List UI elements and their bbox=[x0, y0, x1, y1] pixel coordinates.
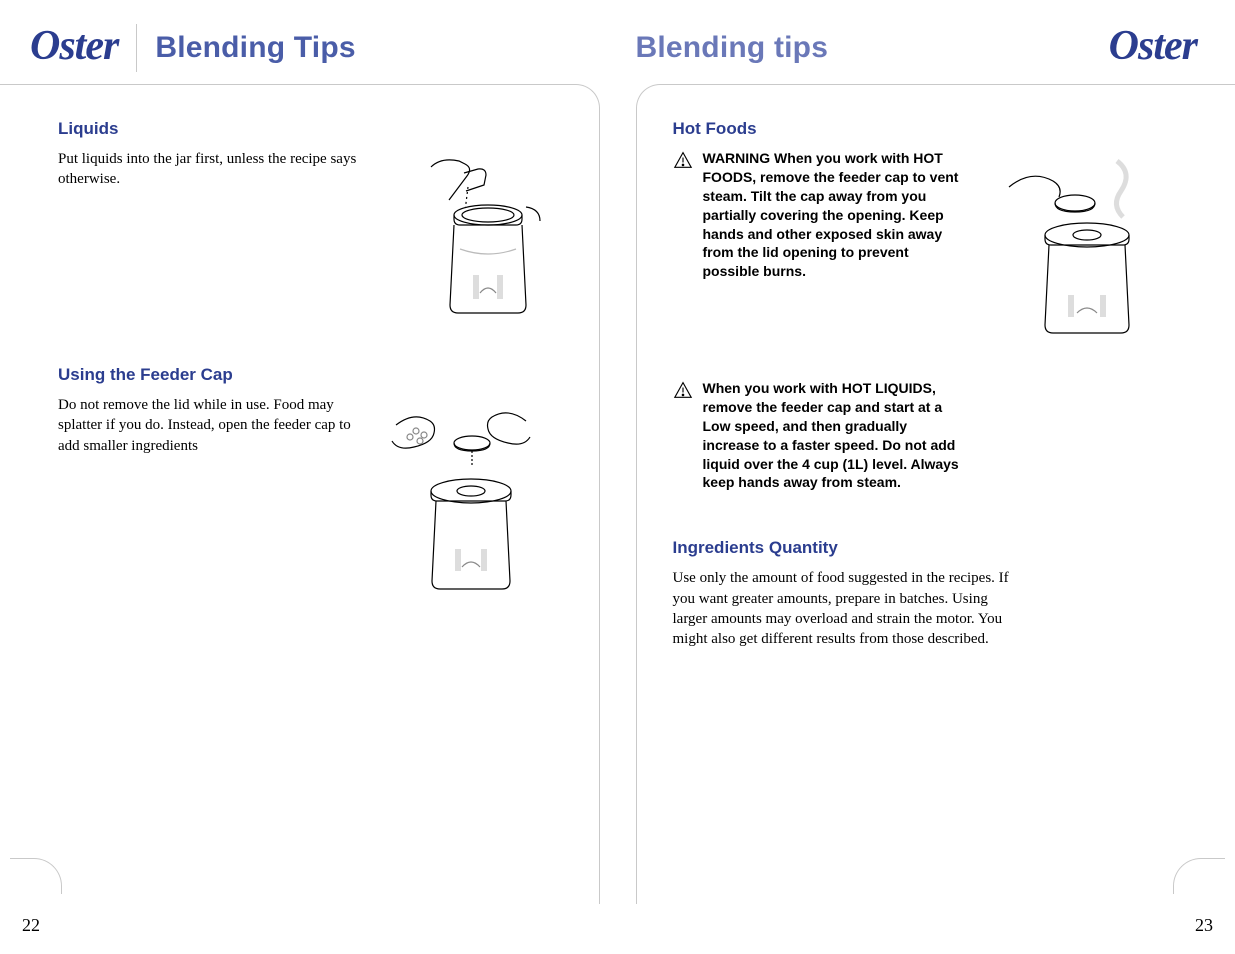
manual-spread: Oster Blending Tips Liquids Put liquids … bbox=[0, 0, 1235, 954]
page-title: Blending Tips bbox=[155, 31, 355, 65]
page-number-arc bbox=[1173, 858, 1225, 894]
warning-icon bbox=[673, 381, 693, 399]
page-title: Blending tips bbox=[636, 31, 829, 65]
header-row: Oster Blending Tips bbox=[30, 20, 600, 76]
warning-text: WARNING When you work with HOT FOODS, re… bbox=[703, 149, 963, 281]
page-number: 23 bbox=[1195, 915, 1213, 936]
warning-icon bbox=[673, 151, 693, 169]
warning-text: When you work with HOT LIQUIDS, remove t… bbox=[703, 379, 963, 492]
page-number-arc bbox=[10, 858, 62, 894]
illustration-pour-liquid bbox=[376, 149, 546, 319]
header-divider bbox=[136, 24, 137, 72]
warning-item: WARNING When you work with HOT FOODS, re… bbox=[673, 149, 973, 281]
illustration-hot-foods-steam bbox=[991, 149, 1161, 339]
section-ingredients-quantity: Ingredients Quantity Use only the amount… bbox=[673, 538, 1186, 649]
content-frame: Liquids Put liquids into the jar first, … bbox=[0, 84, 600, 904]
content-frame: Hot Foods WARNING When you work with HOT… bbox=[636, 84, 1235, 904]
brand-logo-text: Oster bbox=[30, 25, 118, 71]
section-heading: Liquids bbox=[58, 119, 571, 139]
section-body: Use only the amount of food suggested in… bbox=[673, 568, 1013, 649]
illustration-feeder-cap bbox=[376, 395, 546, 595]
section-feeder-cap: Using the Feeder Cap Do not remove the l… bbox=[58, 365, 571, 595]
section-heading: Hot Foods bbox=[673, 119, 1186, 139]
content-area: Liquids Put liquids into the jar first, … bbox=[30, 85, 599, 651]
page-left: Oster Blending Tips Liquids Put liquids … bbox=[0, 0, 618, 954]
section-row: Do not remove the lid while in use. Food… bbox=[58, 395, 571, 595]
page-right: Blending tips Oster Hot Foods bbox=[618, 0, 1235, 954]
section-heading: Ingredients Quantity bbox=[673, 538, 1186, 558]
header-row: Blending tips Oster bbox=[636, 20, 1206, 76]
warnings-column: WARNING When you work with HOT FOODS, re… bbox=[673, 149, 973, 309]
section-body: Put liquids into the jar first, unless t… bbox=[58, 149, 358, 190]
section-hot-foods: Hot Foods WARNING When you work with HOT… bbox=[673, 119, 1186, 492]
warning-item: When you work with HOT LIQUIDS, remove t… bbox=[673, 379, 1186, 492]
section-row: WARNING When you work with HOT FOODS, re… bbox=[673, 149, 1186, 339]
brand-logo: Oster bbox=[1109, 25, 1197, 71]
section-heading: Using the Feeder Cap bbox=[58, 365, 571, 385]
brand-logo: Oster bbox=[30, 25, 118, 71]
brand-logo-text: Oster bbox=[1109, 25, 1197, 71]
content-area: Hot Foods WARNING When you work with HOT… bbox=[637, 85, 1206, 705]
section-liquids: Liquids Put liquids into the jar first, … bbox=[58, 119, 571, 319]
section-body: Do not remove the lid while in use. Food… bbox=[58, 395, 358, 456]
page-number: 22 bbox=[22, 915, 40, 936]
section-row: Put liquids into the jar first, unless t… bbox=[58, 149, 571, 319]
